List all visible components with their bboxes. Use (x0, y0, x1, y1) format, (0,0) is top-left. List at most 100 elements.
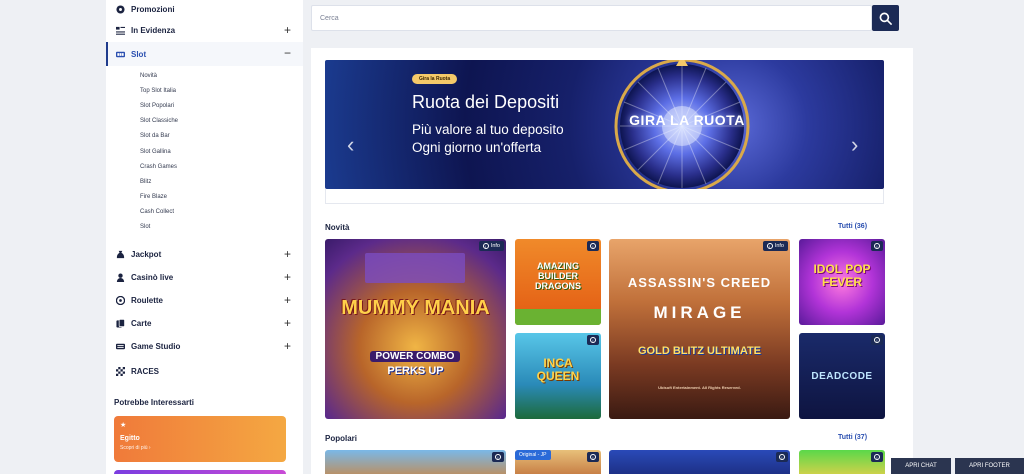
nav-in-evidenza[interactable]: In Evidenza + (106, 19, 303, 42)
main-content: GIRA LA RUOTA Gira la Ruota Ruota dei De… (311, 48, 913, 474)
info-label: Info (774, 243, 784, 249)
info-button[interactable]: i (587, 241, 599, 251)
info-button[interactable]: i (871, 335, 883, 345)
info-button[interactable]: i (871, 452, 883, 462)
subnav-item-slot-da-bar[interactable]: Slot da Bar (140, 129, 303, 144)
game-tile-deadcode[interactable]: DEADCODE i (799, 333, 885, 419)
game-tile-amazing-builder-dragons[interactable]: AMAZING BUILDER DRAGONS i (515, 239, 601, 325)
info-icon: i (482, 243, 489, 249)
game-tile-popolari-3[interactable]: i (609, 450, 790, 474)
sidebar: Promozioni In Evidenza + Slot − Novità T… (106, 0, 303, 474)
subnav-item-novita[interactable]: Novità (140, 68, 303, 83)
nav-slot[interactable]: Slot − (106, 42, 303, 66)
open-chat-button[interactable]: APRI CHAT (891, 458, 951, 474)
see-all-novita-link[interactable]: Tutti (36) (838, 223, 867, 230)
search-bar (311, 5, 872, 31)
nav-game-studio[interactable]: Game Studio + (106, 335, 303, 358)
nav-jackpot[interactable]: Jackpot + (106, 243, 303, 266)
wheel-text: GIRA LA RUOTA (629, 112, 745, 128)
banner-pill: Gira la Ruota (412, 74, 458, 84)
nav-races[interactable]: RACES (106, 358, 303, 384)
info-label: Info (490, 243, 500, 249)
suggestion-card-title: Egitto (120, 435, 140, 442)
subnav-item-slot[interactable]: Slot (140, 220, 303, 235)
banner-subtitle: Più valore al tuo deposito Ogni giorno u… (412, 121, 564, 157)
subnav-item-slot-popolari[interactable]: Slot Popolari (140, 98, 303, 113)
subnav-item-crash-games[interactable]: Crash Games (140, 159, 303, 174)
info-button[interactable]: i Info (478, 241, 504, 251)
search-button[interactable] (872, 5, 899, 31)
info-icon: i (779, 454, 785, 460)
chevron-left-icon[interactable]: ‹ (347, 134, 354, 156)
nav-casino-live[interactable]: Casinò live + (106, 266, 303, 289)
game-tile-idol-pop-fever[interactable]: IDOL POP FEVER i (799, 239, 885, 325)
expand-icon[interactable]: + (284, 294, 291, 306)
nav-promozioni[interactable]: Promozioni (106, 0, 303, 19)
nav-label: RACES (131, 366, 160, 376)
temple-graphic (365, 253, 465, 283)
game-subtitle: GOLD BLITZ ULTIMATE (637, 345, 761, 357)
game-title: MUMMY MANIA (341, 297, 490, 319)
expand-icon[interactable]: + (284, 340, 291, 352)
expand-icon[interactable]: + (284, 24, 291, 36)
see-all-popolari-link[interactable]: Tutti (37) (838, 434, 867, 441)
nav-label: Slot (131, 49, 147, 59)
nav-carte[interactable]: Carte + (106, 312, 303, 335)
info-button[interactable]: i (871, 241, 883, 251)
section-title-novita: Novità (325, 223, 350, 232)
roulette-icon (116, 296, 125, 306)
game-title: INCA QUEEN (536, 356, 580, 383)
search-icon (879, 12, 892, 25)
chevron-right-icon[interactable]: › (851, 134, 858, 156)
subnav-item-fire-blaze[interactable]: Fire Blaze (140, 190, 303, 205)
suggestion-card-2[interactable] (114, 470, 286, 474)
copyright-text: Ubisoft Entertainment. All Rights Reserv… (658, 385, 741, 390)
info-button[interactable]: i (492, 452, 504, 462)
nav-label: Game Studio (131, 342, 181, 352)
game-title: IDOL POP FEVER (813, 262, 871, 289)
info-icon: i (590, 454, 596, 460)
info-icon: i (874, 454, 880, 460)
info-button[interactable]: i (776, 452, 788, 462)
game-tile-popolari-4[interactable]: i (799, 450, 885, 474)
nav-label: Casinò live (131, 273, 174, 283)
checkered-flag-icon (116, 366, 125, 376)
game-tile-popolari-1[interactable]: i (325, 450, 506, 474)
subnav-item-slot-gallina[interactable]: Slot Gallina (140, 144, 303, 159)
collapse-icon[interactable]: − (284, 47, 291, 59)
nav-label: Jackpot (131, 250, 162, 260)
nav-roulette[interactable]: Roulette + (106, 289, 303, 312)
info-button[interactable]: i Info (762, 241, 788, 251)
star-list-icon (116, 26, 125, 35)
info-button[interactable]: i (587, 452, 599, 462)
game-tile-popolari-2[interactable]: Original - JP i (515, 450, 601, 474)
info-icon: i (590, 337, 596, 343)
game-subtitle-2: PERKS UP (387, 365, 444, 377)
star-icon: ★ (120, 422, 127, 429)
banner-title: Ruota dei Depositi (412, 92, 560, 112)
game-title: ASSASSIN'S CREED (627, 275, 772, 290)
expand-icon[interactable]: + (284, 317, 291, 329)
subnav-item-slot-classiche[interactable]: Slot Classiche (140, 114, 303, 129)
slot-machine-icon (116, 50, 125, 59)
subnav-item-blitz[interactable]: Blitz (140, 174, 303, 189)
subnav-item-top-slot-italia[interactable]: Top Slot Italia (140, 83, 303, 98)
money-bag-icon (116, 250, 125, 259)
info-icon: i (874, 243, 880, 249)
nav-label: Carte (131, 319, 152, 329)
info-icon: i (874, 337, 880, 343)
expand-icon[interactable]: + (284, 271, 291, 283)
subnav-item-cash-collect[interactable]: Cash Collect (140, 205, 303, 220)
slot-subnav: Novità Top Slot Italia Slot Popolari Slo… (106, 66, 303, 235)
game-tile-mummy-mania[interactable]: MUMMY MANIA POWER COMBO PERKS UP i Info (325, 239, 506, 419)
promo-banner[interactable]: GIRA LA RUOTA Gira la Ruota Ruota dei De… (325, 60, 884, 189)
nav-label: Promozioni (131, 5, 175, 14)
info-button[interactable]: i (587, 335, 599, 345)
suggestion-card-link[interactable]: Scopri di più › (120, 445, 280, 451)
search-input[interactable] (320, 14, 871, 22)
game-tile-assassins-creed[interactable]: ASSASSIN'S CREED MIRAGE GOLD BLITZ ULTIM… (609, 239, 790, 419)
expand-icon[interactable]: + (284, 248, 291, 260)
open-footer-button[interactable]: APRI FOOTER (955, 458, 1024, 474)
game-tile-inca-queen[interactable]: INCA QUEEN i (515, 333, 601, 419)
suggestion-card[interactable]: ★ Egitto Scopri di più › (114, 416, 286, 462)
